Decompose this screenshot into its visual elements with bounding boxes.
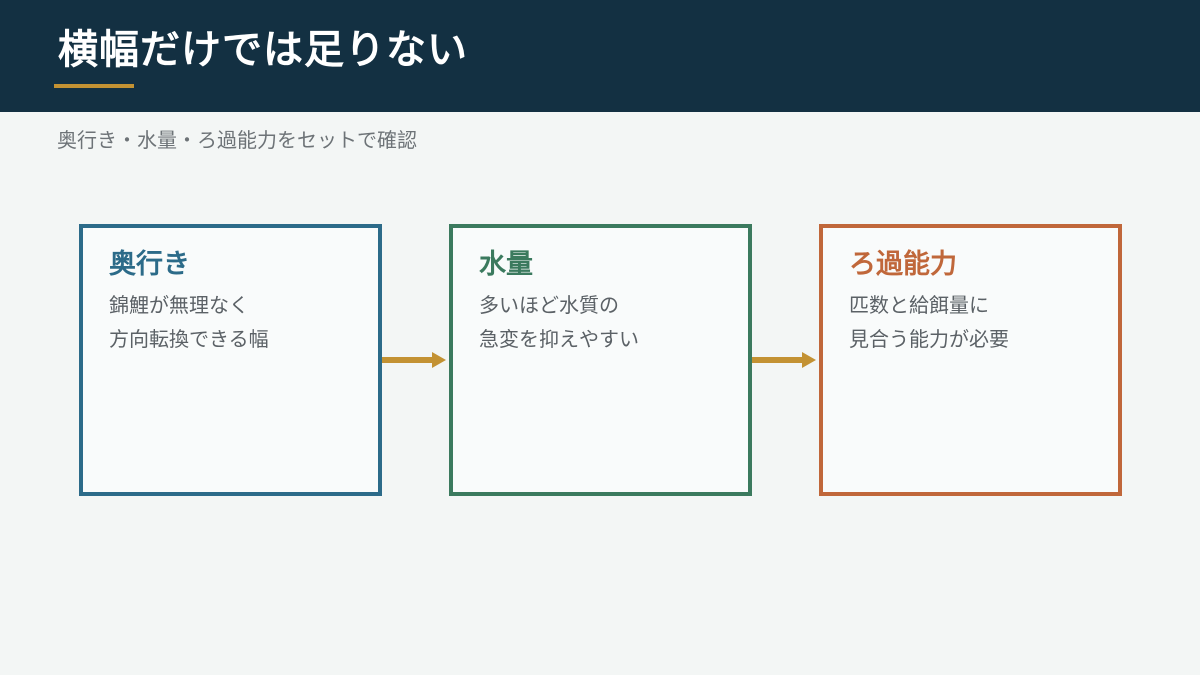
- card-title: 水量: [479, 249, 533, 280]
- card-text-line: 多いほど水質の: [479, 293, 619, 317]
- card-title: 奥行き: [109, 249, 190, 280]
- card-text-line: 匹数と給餌量に: [849, 293, 989, 317]
- card-text-line: 急変を抑えやすい: [479, 327, 639, 351]
- arrow-right-icon: [382, 352, 446, 368]
- header-bar: 横幅だけでは足りない: [0, 0, 1200, 112]
- arrow-right-icon: [752, 352, 816, 368]
- card-text-line: 見合う能力が必要: [849, 327, 1009, 351]
- card-text-line: 方向転換できる幅: [109, 327, 269, 351]
- card-water-volume: 水量 多いほど水質の 急変を抑えやすい: [449, 224, 752, 496]
- card-title: ろ過能力: [849, 249, 957, 280]
- card-depth: 奥行き 錦鯉が無理なく 方向転換できる幅: [79, 224, 382, 496]
- subtitle: 奥行き・水量・ろ過能力をセットで確認: [57, 128, 417, 152]
- page-title: 横幅だけでは足りない: [58, 27, 468, 73]
- card-text-line: 錦鯉が無理なく: [109, 293, 249, 317]
- card-filtration: ろ過能力 匹数と給餌量に 見合う能力が必要: [819, 224, 1122, 496]
- title-underline: [54, 84, 134, 88]
